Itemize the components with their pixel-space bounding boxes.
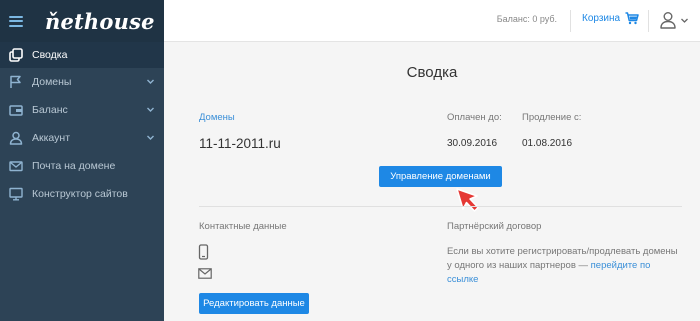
user-icon bbox=[8, 130, 24, 146]
sidebar-header: ňethouse bbox=[0, 0, 164, 42]
renewal-from-date: 01.08.2016 bbox=[522, 138, 573, 149]
monitor-icon bbox=[8, 186, 24, 202]
chevron-down-icon bbox=[147, 107, 154, 112]
user-icon bbox=[660, 12, 676, 29]
wallet-icon bbox=[8, 102, 24, 118]
sidebar-item-balance[interactable]: Баланс bbox=[0, 96, 164, 124]
sidebar-item-label: Аккаунт bbox=[32, 132, 71, 144]
sidebar-item-label: Баланс bbox=[32, 104, 68, 116]
sidebar-item-domain-mail[interactable]: Почта на домене bbox=[0, 152, 164, 180]
paid-until-label: Оплачен до: bbox=[447, 112, 502, 123]
chevron-down-icon bbox=[681, 18, 688, 23]
divider bbox=[570, 10, 571, 32]
chevron-down-icon bbox=[147, 135, 154, 140]
sidebar-item-label: Конструктор сайтов bbox=[32, 188, 128, 200]
sidebar-item-label: Почта на домене bbox=[32, 160, 116, 172]
paid-until-date: 30.09.2016 bbox=[447, 138, 498, 149]
summary-icon bbox=[8, 47, 24, 63]
sidebar-item-site-builder[interactable]: Конструктор сайтов bbox=[0, 180, 164, 208]
partner-description: Если вы хотите регистрировать/продлевать… bbox=[447, 245, 682, 287]
renewal-from-label: Продление с: bbox=[522, 112, 582, 123]
partner-title: Партнёрский договор bbox=[447, 221, 542, 232]
section-divider bbox=[199, 206, 682, 207]
logo[interactable]: ňethouse bbox=[45, 9, 155, 34]
chevron-down-icon bbox=[147, 79, 154, 84]
flag-icon bbox=[8, 74, 24, 90]
edit-data-button[interactable]: Редактировать данные bbox=[199, 293, 309, 314]
mail-icon bbox=[8, 158, 24, 174]
cart-label: Корзина bbox=[582, 13, 621, 24]
sidebar-item-account[interactable]: Аккаунт bbox=[0, 124, 164, 152]
menu-icon[interactable] bbox=[9, 15, 23, 27]
domains-link[interactable]: Домены bbox=[199, 112, 235, 123]
sidebar-nav: Сводка Домены Баланс Аккаунт Почта на до… bbox=[0, 42, 164, 208]
sidebar: ňethouse Сводка Домены Баланс Аккаунт По… bbox=[0, 0, 164, 321]
mail-icon bbox=[198, 268, 212, 279]
sidebar-item-label: Домены bbox=[32, 76, 72, 88]
user-menu[interactable] bbox=[660, 11, 689, 29]
topbar: Баланс: 0 руб. Корзина bbox=[164, 0, 700, 42]
sidebar-item-label: Сводка bbox=[32, 49, 68, 61]
manage-domains-button[interactable]: Управление доменами bbox=[379, 166, 502, 187]
contacts-title: Контактные данные bbox=[199, 221, 287, 232]
sidebar-item-domains[interactable]: Домены bbox=[0, 68, 164, 96]
balance-text: Баланс: 0 руб. bbox=[496, 14, 557, 24]
cart-icon bbox=[625, 12, 639, 25]
page-title: Сводка bbox=[406, 64, 458, 81]
phone-icon bbox=[198, 244, 209, 260]
sidebar-item-summary[interactable]: Сводка bbox=[0, 42, 164, 68]
domain-name[interactable]: 11-11-2011.ru bbox=[199, 136, 281, 151]
cart-link[interactable]: Корзина bbox=[582, 12, 639, 25]
divider bbox=[648, 10, 649, 32]
cursor-arrow-icon bbox=[456, 188, 479, 212]
